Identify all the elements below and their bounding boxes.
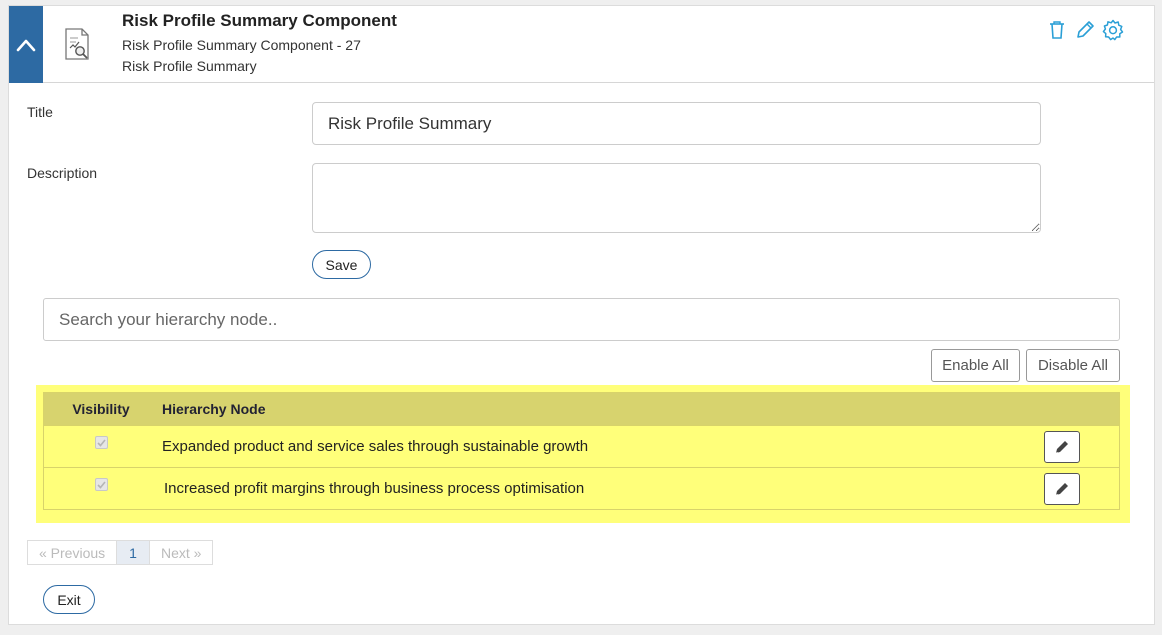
component-header: Risk Profile Summary Component Risk Prof… bbox=[9, 6, 1154, 83]
table-header: Visibility Hierarchy Node bbox=[44, 393, 1119, 425]
report-search-icon bbox=[65, 28, 89, 60]
table-row: Increased profit margins through busines… bbox=[44, 467, 1119, 509]
check-icon bbox=[96, 438, 106, 447]
pagination: « Previous 1 Next » bbox=[27, 540, 214, 565]
chevron-up-icon bbox=[16, 39, 36, 51]
page-1-button[interactable]: 1 bbox=[117, 540, 150, 565]
hierarchy-node-name: Expanded product and service sales throu… bbox=[162, 438, 589, 455]
component-type: Risk Profile Summary bbox=[122, 58, 257, 74]
trash-icon bbox=[1050, 21, 1064, 39]
visibility-checkbox[interactable] bbox=[94, 436, 108, 449]
description-label: Description bbox=[27, 165, 98, 181]
hierarchy-node-name: Increased profit margins through busines… bbox=[164, 480, 585, 497]
description-textarea[interactable] bbox=[312, 163, 1041, 233]
hierarchy-table: Visibility Hierarchy Node Expanded produ… bbox=[43, 392, 1120, 510]
disable-all-button[interactable]: Disable All bbox=[1026, 349, 1120, 382]
hierarchy-search-input[interactable] bbox=[43, 298, 1120, 341]
visibility-checkbox[interactable] bbox=[94, 478, 108, 491]
component-subtitle: Risk Profile Summary Component - 27 bbox=[122, 37, 361, 53]
edit-node-button[interactable] bbox=[1044, 431, 1080, 463]
save-button[interactable]: Save bbox=[312, 250, 371, 279]
edit-component-button[interactable] bbox=[1074, 19, 1096, 41]
component-title: Risk Profile Summary Component bbox=[122, 11, 397, 30]
collapse-button[interactable] bbox=[9, 6, 43, 83]
next-page-button[interactable]: Next » bbox=[149, 540, 214, 565]
pencil-icon bbox=[1055, 483, 1068, 496]
hierarchy-node-column-header: Hierarchy Node bbox=[162, 401, 266, 417]
pencil-icon bbox=[1055, 441, 1068, 454]
component-panel: Risk Profile Summary Component Risk Prof… bbox=[8, 5, 1155, 625]
check-icon bbox=[96, 480, 106, 489]
title-input[interactable] bbox=[312, 102, 1041, 145]
exit-button[interactable]: Exit bbox=[43, 585, 95, 614]
edit-node-button[interactable] bbox=[1044, 473, 1080, 505]
visibility-column-header: Visibility bbox=[72, 401, 130, 417]
settings-button[interactable] bbox=[1102, 19, 1124, 41]
delete-button[interactable] bbox=[1046, 19, 1068, 41]
header-actions bbox=[1046, 19, 1124, 41]
gear-icon bbox=[1102, 19, 1124, 41]
title-label: Title bbox=[27, 104, 53, 120]
table-row: Expanded product and service sales throu… bbox=[44, 425, 1119, 467]
enable-all-button[interactable]: Enable All bbox=[931, 349, 1020, 382]
previous-page-button[interactable]: « Previous bbox=[27, 540, 118, 565]
pencil-icon bbox=[1077, 21, 1094, 38]
